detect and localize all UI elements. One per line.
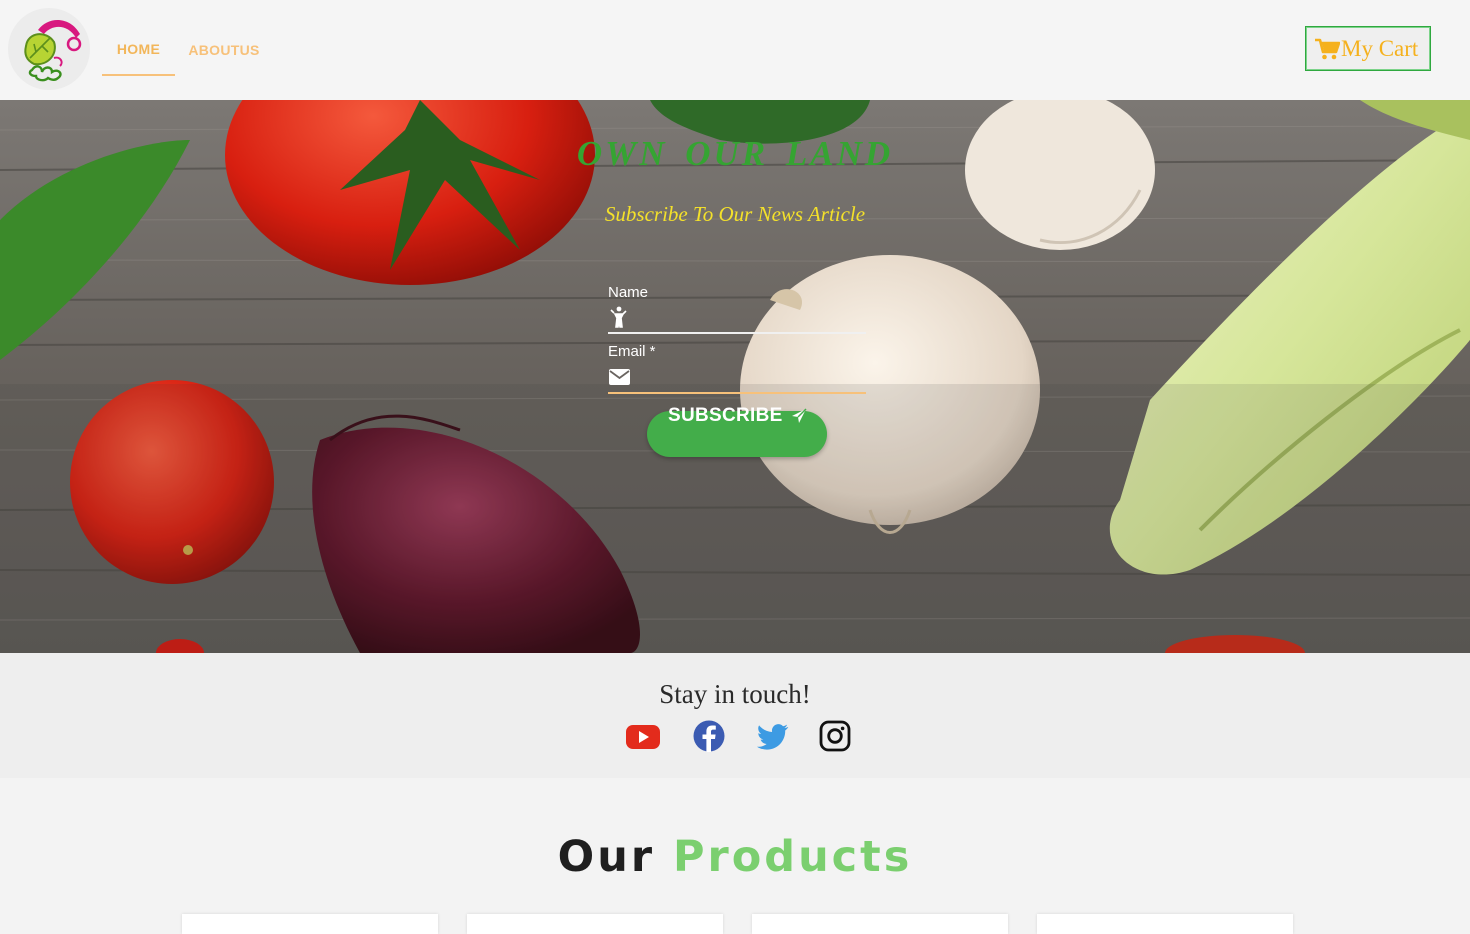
tab-home[interactable]: HOME — [102, 24, 175, 76]
products-heading-word1: Our — [557, 832, 656, 882]
product-card[interactable] — [182, 914, 438, 934]
hero-subtitle: Subscribe To Our News Article — [604, 202, 866, 226]
stay-in-touch-section: Stay in touch! — [0, 653, 1470, 778]
my-cart-button[interactable]: My Cart — [1305, 26, 1431, 71]
product-card[interactable] — [1037, 914, 1293, 934]
leaf-radish-logo-icon — [24, 19, 82, 82]
person-icon — [608, 305, 632, 334]
subscribe-button-label: SUBSCRIBE — [668, 405, 783, 426]
name-field-underline — [608, 332, 866, 334]
tab-aboutus[interactable]: ABOUTUS — [183, 24, 265, 76]
email-field-label: Email * — [608, 343, 656, 360]
mail-icon — [608, 366, 632, 393]
hero-title: OWN OUR LAND — [576, 134, 894, 173]
email-input[interactable] — [636, 365, 864, 389]
twitter-icon[interactable] — [755, 719, 791, 753]
stay-in-touch-title: Stay in touch! — [659, 679, 811, 709]
top-navbar: HOME ABOUTUS My Cart — [0, 0, 1470, 100]
products-heading-word2: Products — [673, 832, 913, 882]
subscribe-button[interactable]: SUBSCRIBE — [647, 405, 827, 457]
products-heading: Our Products — [0, 832, 1470, 882]
facebook-icon[interactable] — [691, 719, 727, 753]
name-input[interactable] — [636, 305, 864, 329]
brand-logo[interactable] — [8, 8, 90, 90]
cart-label: My Cart — [1341, 35, 1419, 61]
instagram-icon[interactable] — [817, 719, 853, 753]
product-card[interactable] — [467, 914, 723, 934]
name-field-label: Name — [608, 284, 649, 301]
youtube-icon[interactable] — [625, 719, 661, 753]
email-field-underline — [608, 392, 866, 394]
product-card[interactable] — [752, 914, 1008, 934]
cart-icon — [1315, 38, 1340, 59]
send-icon — [792, 408, 807, 423]
